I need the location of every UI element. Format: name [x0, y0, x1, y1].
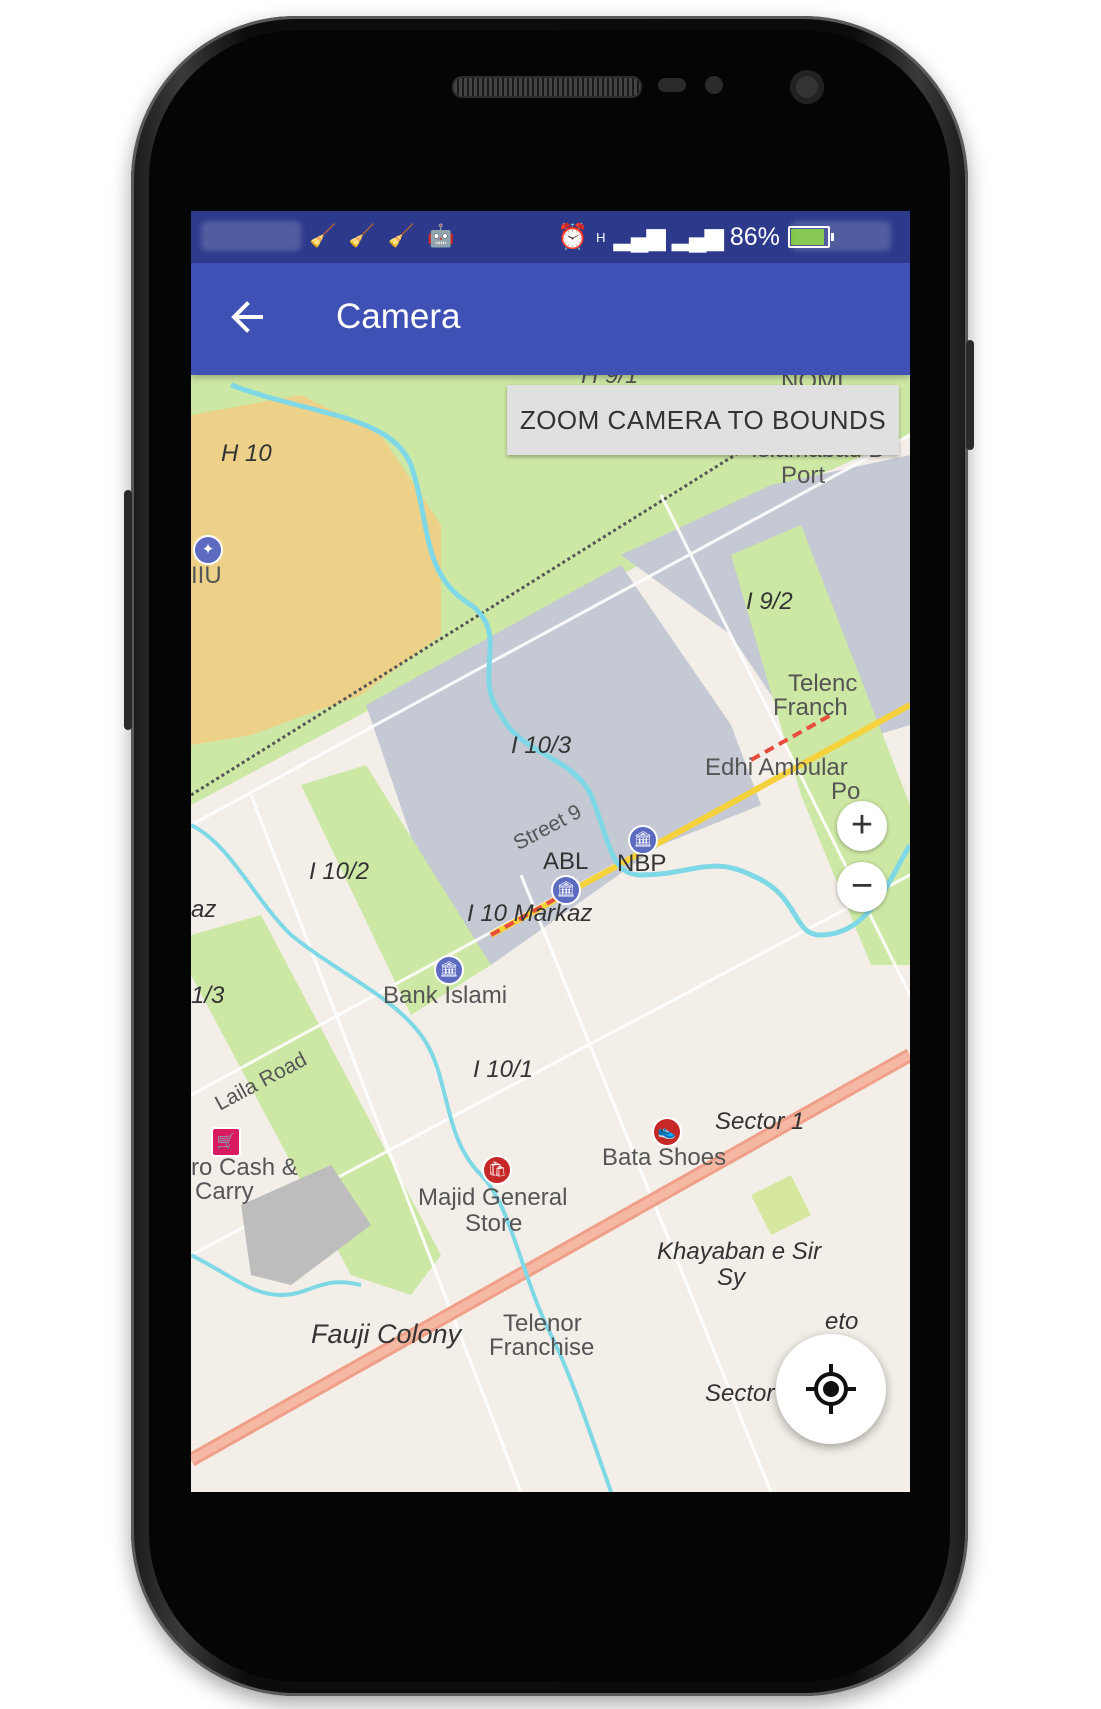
map-label-markaz: I 10 Markaz: [467, 900, 593, 927]
cleaner-icon: 🧹: [387, 223, 416, 248]
map-label-khayaban: Khayaban e Sir: [657, 1238, 822, 1265]
map-label-islamabad-port-2: Port: [781, 462, 826, 489]
zoom-out-button[interactable]: −: [837, 862, 887, 912]
map-label-i101: I 10/1: [473, 1056, 534, 1083]
map-label-i103: I 10/3: [511, 732, 572, 759]
app-toolbar: Camera: [191, 263, 910, 375]
map-label-majid-2: Store: [465, 1210, 523, 1237]
store-icon: 🛍: [482, 1155, 512, 1185]
map-label-az: az: [191, 896, 217, 923]
map-label-bata: Bata Shoes: [602, 1144, 727, 1171]
power-button: [966, 340, 974, 450]
map-view[interactable]: H 9/1 NOMI Islamabad D Port H 10 ✦ IIU I…: [191, 363, 910, 1492]
network-type: H: [596, 229, 606, 245]
back-button[interactable]: [227, 297, 267, 337]
proximity-sensor: [658, 78, 686, 92]
map-label-telenor-bottom-2: Franchise: [489, 1334, 595, 1361]
shoe-store-icon: 👟: [652, 1117, 682, 1147]
map-label-cash-2: Carry: [195, 1178, 254, 1205]
map-label-iiu: IIU: [191, 562, 222, 589]
map-label-fauji: Fauji Colony: [311, 1319, 462, 1349]
screen: 🧹 🧹 🧹 🤖 ⏰ H ▂▄▆ ▂▄▆ 86% Camera H 9/1 NOM…: [191, 211, 910, 1492]
zoom-in-button[interactable]: +: [837, 801, 887, 851]
map-label-edhi: Edhi Ambular: [705, 754, 848, 781]
cleaner-icon: 🧹: [348, 223, 376, 248]
university-icon: ✦: [193, 535, 223, 565]
bank-icon: 🏛: [434, 955, 464, 985]
front-camera: [790, 70, 824, 104]
light-sensor: [705, 76, 723, 94]
cleaner-icon: 🧹: [309, 223, 337, 248]
map-label-i92: I 9/2: [746, 588, 793, 615]
earpiece-speaker: [452, 76, 642, 98]
battery-percent: 86%: [729, 222, 780, 251]
alarm-icon: ⏰: [557, 222, 589, 251]
signal-icon: ▂▄▆: [671, 223, 724, 251]
status-bar: 🧹 🧹 🧹 🤖 ⏰ H ▂▄▆ ▂▄▆ 86%: [191, 211, 910, 263]
map-label-khayaban-2: Sy: [717, 1264, 746, 1291]
my-location-button[interactable]: [776, 1334, 886, 1444]
arrow-back-icon: [231, 301, 263, 333]
map-label-sector1: Sector 1: [715, 1108, 805, 1135]
shopping-cart-icon: 🛒: [211, 1127, 241, 1157]
map-label-h10: H 10: [221, 440, 272, 467]
blurred-notification: [201, 221, 301, 251]
map-label-bank-islami: Bank Islami: [383, 982, 508, 1009]
my-location-icon: [806, 1364, 856, 1414]
android-icon: 🤖: [427, 223, 455, 248]
status-right: ⏰ H ▂▄▆ ▂▄▆ 86%: [557, 222, 834, 252]
map-label-nbp: NBP: [617, 850, 667, 877]
zoom-camera-to-bounds-button[interactable]: ZOOM CAMERA TO BOUNDS: [507, 385, 899, 455]
blurred-clock: [791, 221, 891, 251]
map-label-telenor-top-2: Franch: [773, 694, 848, 721]
volume-button: [124, 490, 132, 730]
signal-icon: ▂▄▆: [613, 223, 666, 251]
map-label-i102: I 10/2: [309, 858, 370, 885]
notification-icons: 🧹 🧹 🧹 🤖: [309, 223, 455, 249]
map-label-abl: ABL: [543, 848, 589, 875]
page-title: Camera: [336, 297, 461, 336]
map-label-majid: Majid General: [418, 1184, 568, 1211]
map-label-eto: eto: [825, 1308, 859, 1335]
map-label-slash3: 1/3: [191, 982, 225, 1009]
